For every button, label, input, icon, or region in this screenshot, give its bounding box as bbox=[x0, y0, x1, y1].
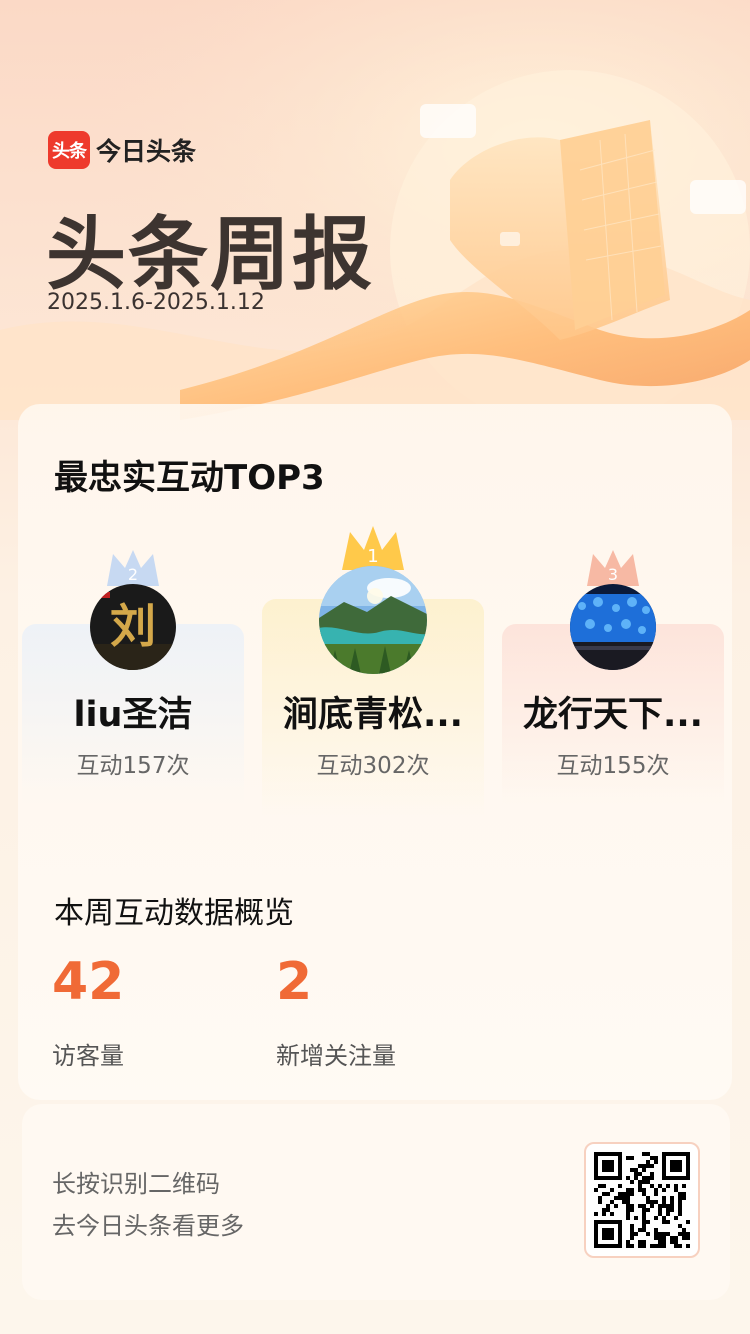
rank-user-name[interactable]: 龙行天下... bbox=[502, 686, 724, 737]
overview-title: 本周互动数据概览 bbox=[54, 896, 294, 931]
rank-interaction-count: 互动302次 bbox=[316, 753, 430, 779]
visitor-count: 42 bbox=[52, 952, 125, 1012]
rank-interaction-count: 互动155次 bbox=[556, 753, 670, 779]
weekly-report-card: 最忠实互动TOP3 2 刘 liu圣洁 互动157次 1 涧底青松... 互动3… bbox=[18, 404, 732, 1100]
top3-title: 最忠实互动TOP3 bbox=[54, 458, 325, 498]
brand-logo: 头条 今日头条 bbox=[48, 131, 196, 169]
qr-code-icon bbox=[594, 1152, 690, 1248]
qr-instruction-line2: 去今日头条看更多 bbox=[52, 1212, 244, 1240]
app-name: 今日头条 bbox=[96, 137, 197, 166]
new-followers-stat: 2 新增关注量 bbox=[276, 956, 396, 1071]
qr-code[interactable] bbox=[584, 1142, 700, 1258]
rank-user-name[interactable]: liu圣洁 bbox=[22, 686, 244, 737]
avatar[interactable] bbox=[319, 566, 427, 674]
avatar[interactable] bbox=[570, 584, 656, 670]
new-followers-label: 新增关注量 bbox=[276, 1042, 396, 1070]
crown-rank-number: 2 bbox=[128, 565, 138, 584]
avatar[interactable]: 刘 bbox=[90, 584, 176, 670]
rank-user-name[interactable]: 涧底青松... bbox=[262, 686, 484, 737]
avatar-character: 刘 bbox=[110, 599, 156, 653]
new-followers-count: 2 bbox=[276, 952, 313, 1012]
crown-rank-number: 1 bbox=[367, 546, 378, 567]
crown-rank-number: 3 bbox=[608, 565, 618, 584]
qr-instruction-line1: 长按识别二维码 bbox=[52, 1170, 220, 1198]
toutiao-logo-badge: 头条 bbox=[48, 131, 90, 169]
rank-interaction-count: 互动157次 bbox=[76, 753, 190, 779]
visitor-stat: 42 访客量 bbox=[52, 956, 124, 1071]
date-range: 2025.1.6-2025.1.12 bbox=[47, 290, 265, 315]
hero-banner: 头条 今日头条 头条周报 2025.1.6-2025.1.12 bbox=[0, 0, 750, 420]
visitor-label: 访客量 bbox=[52, 1042, 124, 1070]
qr-footer-card: 长按识别二维码 去今日头条看更多 bbox=[22, 1104, 730, 1300]
page-title: 头条周报 bbox=[46, 208, 374, 301]
